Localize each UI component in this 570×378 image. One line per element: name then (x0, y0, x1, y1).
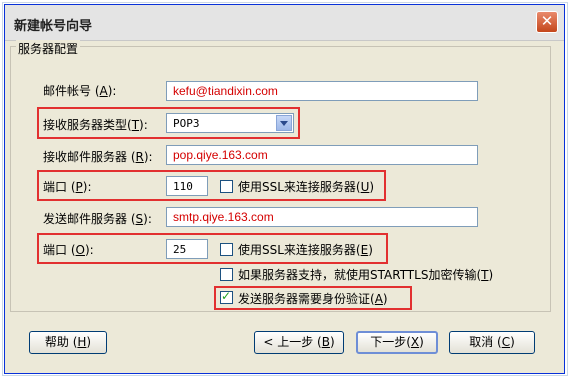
help-button[interactable]: 帮助 (H) (29, 331, 107, 354)
starttls-checkbox[interactable] (220, 268, 233, 281)
cancel-button[interactable]: 取消 (C) (449, 331, 535, 354)
starttls-label[interactable]: 如果服务器支持，就使用STARTTLS加密传输(T) (238, 266, 493, 283)
chevron-down-icon[interactable] (276, 115, 292, 131)
outgoing-server-label: 发送邮件服务器 (S): (43, 212, 152, 226)
outgoing-server-input[interactable]: smtp.qiye.163.com (166, 207, 478, 227)
incoming-server-label: 接收邮件服务器 (R): (43, 150, 153, 164)
outgoing-ssl-label[interactable]: 使用SSL来连接服务器(E) (238, 241, 373, 258)
outgoing-port-input[interactable]: 25 (166, 239, 208, 259)
incoming-server-input[interactable]: pop.qiye.163.com (166, 145, 478, 165)
group-title: 服务器配置 (16, 40, 81, 57)
auth-checkbox[interactable] (220, 289, 233, 304)
incoming-port-label: 端口 (P): (43, 180, 92, 194)
incoming-type-select[interactable]: POP3 (166, 113, 294, 133)
back-button[interactable]: < 上一步 (B) (254, 331, 344, 354)
account-label: 邮件帐号 (A): (43, 84, 117, 98)
account-input[interactable]: kefu@tiandixin.com (166, 81, 478, 101)
close-icon[interactable]: ✕ (536, 11, 558, 33)
incoming-port-input[interactable]: 110 (166, 176, 208, 196)
next-button[interactable]: 下一步(X) (356, 331, 438, 354)
incoming-ssl-checkbox[interactable] (220, 180, 233, 193)
incoming-type-label: 接收服务器类型(T): (43, 118, 148, 132)
title-bar: 新建帐号向导 ✕ (5, 5, 564, 41)
outgoing-ssl-checkbox[interactable] (220, 243, 233, 256)
incoming-ssl-label[interactable]: 使用SSL来连接服务器(U) (238, 178, 374, 195)
auth-label[interactable]: 发送服务器需要身份验证(A) (238, 290, 388, 307)
outgoing-port-label: 端口 (O): (43, 243, 94, 257)
window-title: 新建帐号向导 (14, 19, 93, 34)
incoming-type-value: POP3 (173, 117, 200, 130)
